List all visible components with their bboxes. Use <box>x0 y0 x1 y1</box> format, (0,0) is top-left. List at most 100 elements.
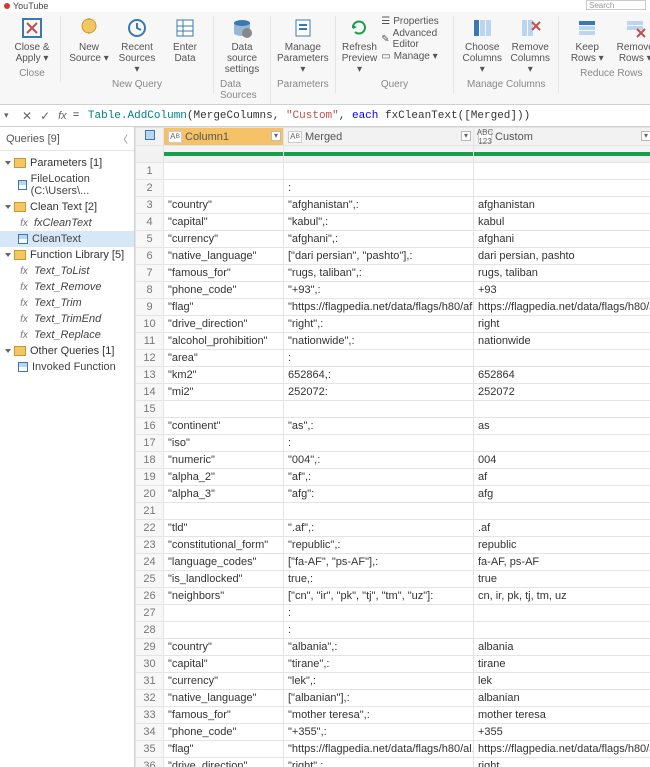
query-item[interactable]: fxText_Replace <box>0 327 134 343</box>
cell[interactable]: "https://flagpedia.net/data/flags/h80/al… <box>284 741 474 758</box>
query-item[interactable]: Invoked Function <box>0 359 134 375</box>
cell[interactable] <box>164 622 284 639</box>
cell[interactable]: : <box>284 622 474 639</box>
row-number[interactable]: 18 <box>136 452 164 469</box>
row-number[interactable]: 31 <box>136 673 164 690</box>
cell[interactable]: "af",: <box>284 469 474 486</box>
cell[interactable] <box>164 163 284 180</box>
table-row[interactable]: 17"iso": <box>136 435 650 452</box>
row-number[interactable]: 4 <box>136 214 164 231</box>
table-row[interactable]: 9"flag""https://flagpedia.net/data/flags… <box>136 299 650 316</box>
cell[interactable]: "drive_direction" <box>164 758 284 767</box>
cell[interactable]: albanian <box>474 690 650 707</box>
cell[interactable]: "capital" <box>164 656 284 673</box>
type-icon[interactable]: AB <box>168 131 182 143</box>
row-number[interactable]: 9 <box>136 299 164 316</box>
cell[interactable]: "alpha_3" <box>164 486 284 503</box>
row-number[interactable]: 27 <box>136 605 164 622</box>
table-row[interactable]: 14"mi2"252072:252072 <box>136 384 650 401</box>
cell[interactable]: https://flagpedia.net/data/flags/h80/af.… <box>474 299 650 316</box>
cell[interactable]: "currency" <box>164 231 284 248</box>
table-row[interactable]: 35"flag""https://flagpedia.net/data/flag… <box>136 741 650 758</box>
recent-sources-button[interactable]: RecentSources ▾ <box>115 16 159 75</box>
data-grid[interactable]: ABColumn1▾ABMerged▾ABC123Custom▾ 12:3"co… <box>135 127 650 767</box>
row-number[interactable]: 28 <box>136 622 164 639</box>
table-row[interactable]: 30"capital""tirane",:tirane <box>136 656 650 673</box>
cell[interactable]: "flag" <box>164 741 284 758</box>
table-row[interactable]: 20"alpha_3""afg":afg <box>136 486 650 503</box>
row-number[interactable]: 24 <box>136 554 164 571</box>
enter-data-button[interactable]: EnterData <box>163 16 207 75</box>
table-row[interactable]: 19"alpha_2""af",:af <box>136 469 650 486</box>
cell[interactable]: "+93",: <box>284 282 474 299</box>
cell[interactable] <box>164 503 284 520</box>
cell[interactable]: 252072: <box>284 384 474 401</box>
cell[interactable]: : <box>284 180 474 197</box>
row-number[interactable]: 17 <box>136 435 164 452</box>
cell[interactable]: "phone_code" <box>164 724 284 741</box>
row-number[interactable]: 1 <box>136 163 164 180</box>
cell[interactable]: https://flagpedia.net/data/flags/h80/al.… <box>474 741 650 758</box>
cell[interactable]: +355 <box>474 724 650 741</box>
cell[interactable]: "native_language" <box>164 690 284 707</box>
cell[interactable] <box>164 180 284 197</box>
row-number[interactable]: 7 <box>136 265 164 282</box>
cell[interactable] <box>474 605 650 622</box>
row-number[interactable]: 29 <box>136 639 164 656</box>
keep-rows-button[interactable]: KeepRows ▾ <box>565 16 609 64</box>
cell[interactable]: "alpha_2" <box>164 469 284 486</box>
cell[interactable]: republic <box>474 537 650 554</box>
queries-header[interactable]: Queries [9] 〈 <box>0 127 134 151</box>
row-number[interactable]: 21 <box>136 503 164 520</box>
cell[interactable]: right <box>474 758 650 767</box>
row-number[interactable]: 3 <box>136 197 164 214</box>
cell[interactable]: "rugs, taliban",: <box>284 265 474 282</box>
row-number[interactable]: 20 <box>136 486 164 503</box>
formula-cancel-icon[interactable]: ✕ <box>18 109 36 123</box>
cell[interactable]: "km2" <box>164 367 284 384</box>
row-number[interactable]: 13 <box>136 367 164 384</box>
table-row[interactable]: 12"area": <box>136 350 650 367</box>
cell[interactable]: lek <box>474 673 650 690</box>
refresh-preview-button[interactable]: RefreshPreview ▾ <box>342 16 378 75</box>
cell[interactable] <box>474 180 650 197</box>
cell[interactable]: "neighbors" <box>164 588 284 605</box>
title-search[interactable]: Search <box>586 0 646 10</box>
cell[interactable]: "phone_code" <box>164 282 284 299</box>
cell[interactable]: "area" <box>164 350 284 367</box>
cell[interactable]: "continent" <box>164 418 284 435</box>
cell[interactable]: rugs, taliban <box>474 265 650 282</box>
cell[interactable]: "right",: <box>284 758 474 767</box>
cell[interactable] <box>474 350 650 367</box>
table-row[interactable]: 4"capital""kabul",:kabul <box>136 214 650 231</box>
data-source-settings-button[interactable]: Data sourcesettings <box>220 16 264 75</box>
cell[interactable]: as <box>474 418 650 435</box>
cell[interactable]: 652864,: <box>284 367 474 384</box>
cell[interactable]: 252072 <box>474 384 650 401</box>
cell[interactable]: 004 <box>474 452 650 469</box>
cell[interactable]: +93 <box>474 282 650 299</box>
query-folder[interactable]: Clean Text [2] <box>0 199 134 215</box>
grid-corner[interactable] <box>136 128 164 146</box>
row-number[interactable]: 36 <box>136 758 164 767</box>
type-icon[interactable]: ABC123 <box>478 131 492 143</box>
query-folder[interactable]: Function Library [5] <box>0 247 134 263</box>
formula-text[interactable]: = Table.AddColumn(MergeColumns, "Custom"… <box>71 110 650 122</box>
table-row[interactable]: 26"neighbors"["cn", "ir", "pk", "tj", "t… <box>136 588 650 605</box>
table-row[interactable]: 3"country""afghanistan",:afghanistan <box>136 197 650 214</box>
table-row[interactable]: 5"currency""afghani",:afghani <box>136 231 650 248</box>
query-folder[interactable]: Other Queries [1] <box>0 343 134 359</box>
cell[interactable] <box>474 163 650 180</box>
advanced-editor-button[interactable]: ✎Advanced Editor <box>381 28 447 50</box>
cell[interactable]: "alcohol_prohibition" <box>164 333 284 350</box>
row-number[interactable]: 32 <box>136 690 164 707</box>
cell[interactable]: ["cn", "ir", "pk", "tj", "tm", "uz"]: <box>284 588 474 605</box>
table-row[interactable]: 1 <box>136 163 650 180</box>
column-header[interactable]: ABC123Custom▾ <box>474 128 650 146</box>
cell[interactable]: "tirane",: <box>284 656 474 673</box>
row-number[interactable]: 15 <box>136 401 164 418</box>
row-number[interactable]: 30 <box>136 656 164 673</box>
row-number[interactable]: 23 <box>136 537 164 554</box>
cell[interactable]: tirane <box>474 656 650 673</box>
table-row[interactable]: 11"alcohol_prohibition""nationwide",:nat… <box>136 333 650 350</box>
